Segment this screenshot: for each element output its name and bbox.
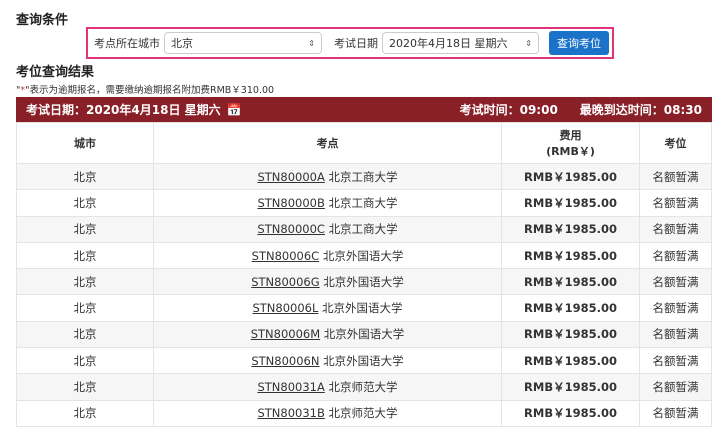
seat-status-cell: 名额暂满 (639, 320, 712, 349)
table-row: 北京 STN80006M 北京外国语大学 RMB￥1985.00 名额暂满 (16, 320, 712, 349)
exam-info-bar: 考试日期：2020年4月18日 星期六 📅 考试时间：09:00 最晚到达时间：… (16, 97, 712, 122)
query-heading: 查询条件 (16, 13, 69, 28)
fee-cell: RMB￥1985.00 (501, 294, 640, 322)
seat-status-cell: 名额暂满 (639, 241, 712, 270)
city-cell: 北京 (16, 215, 154, 243)
date-select[interactable]: 2020年4月18日 星期六 ⇕ (382, 32, 539, 54)
date-label: 考试日期 (334, 37, 378, 50)
seat-status-cell: 名额暂满 (639, 347, 712, 375)
site-cell: STN80006L 北京外国语大学 (153, 294, 502, 322)
select-arrows-icon: ⇕ (308, 38, 315, 48)
table-row: 北京 STN80006N 北京外国语大学 RMB￥1985.00 名额暂满 (16, 347, 712, 375)
latest-arrival-time: 最晚到达时间：08:30 (579, 103, 702, 117)
query-form: 考点所在城市 北京 ⇕ 考试日期 2020年4月18日 星期六 ⇕ 查询考位 (86, 27, 614, 59)
site-code-link[interactable]: STN80031B (257, 406, 324, 420)
table-row: 北京 STN80006C 北京外国语大学 RMB￥1985.00 名额暂满 (16, 241, 712, 270)
table-row: 北京 STN80006G 北京外国语大学 RMB￥1985.00 名额暂满 (16, 268, 712, 296)
seat-status-cell: 名额暂满 (639, 215, 712, 243)
city-cell: 北京 (16, 241, 154, 270)
site-name: 北京工商大学 (328, 195, 398, 210)
fee-cell: RMB￥1985.00 (501, 189, 640, 217)
col-fee: 费用 (RMB￥) (501, 122, 640, 164)
results-table: 城市 考点 费用 (RMB￥) 考位 北京 STN80000A 北京工商大学 RM… (16, 122, 712, 427)
exam-time: 考试时间：09:00 (459, 103, 558, 117)
seat-status-cell: 名额暂满 (639, 268, 712, 296)
table-row: 北京 STN80031B 北京师范大学 RMB￥1985.00 名额暂满 (16, 399, 712, 427)
site-code-link[interactable]: STN80006L (252, 301, 318, 315)
col-city: 城市 (16, 122, 154, 164)
search-seats-button[interactable]: 查询考位 (549, 31, 609, 55)
city-label: 考点所在城市 (94, 37, 160, 50)
site-code-link[interactable]: STN80000A (257, 170, 324, 184)
table-row: 北京 STN80031A 北京师范大学 RMB￥1985.00 名额暂满 (16, 373, 712, 401)
site-name: 北京工商大学 (328, 169, 398, 184)
site-cell: STN80031B 北京师范大学 (153, 399, 502, 427)
seat-status-cell: 名额暂满 (639, 399, 712, 427)
site-code-link[interactable]: STN80000B (257, 196, 324, 210)
site-name: 北京师范大学 (328, 380, 398, 395)
fee-cell: RMB￥1985.00 (501, 373, 640, 401)
city-cell: 北京 (16, 294, 154, 322)
city-cell: 北京 (16, 268, 154, 296)
site-code-link[interactable]: STN80006C (252, 249, 320, 263)
fee-cell: RMB￥1985.00 (501, 399, 640, 427)
site-cell: STN80031A 北京师范大学 (153, 373, 502, 401)
site-code-link[interactable]: STN80031A (257, 380, 324, 394)
late-fee-note: "*"表示为逾期报名，需要缴纳逾期报名附加费RMB￥310.00 (16, 85, 275, 96)
site-cell: STN80006M 北京外国语大学 (153, 320, 502, 349)
seat-status-cell: 名额暂满 (639, 162, 712, 191)
site-code-link[interactable]: STN80006M (251, 327, 320, 341)
col-site: 考点 (153, 122, 502, 164)
site-name: 北京外国语大学 (322, 301, 403, 316)
city-cell: 北京 (16, 162, 154, 191)
fee-cell: RMB￥1985.00 (501, 347, 640, 375)
city-cell: 北京 (16, 373, 154, 401)
seat-status-cell: 名额暂满 (639, 373, 712, 401)
fee-cell: RMB￥1985.00 (501, 241, 640, 270)
city-cell: 北京 (16, 189, 154, 217)
city-select[interactable]: 北京 ⇕ (164, 32, 322, 54)
city-cell: 北京 (16, 399, 154, 427)
fee-cell: RMB￥1985.00 (501, 215, 640, 243)
city-cell: 北京 (16, 320, 154, 349)
date-value: 2020年4月18日 星期六 (389, 37, 508, 50)
city-value: 北京 (171, 37, 193, 50)
table-row: 北京 STN80000C 北京工商大学 RMB￥1985.00 名额暂满 (16, 215, 712, 243)
exam-date: 考试日期：2020年4月18日 星期六 (26, 103, 221, 117)
seat-status-cell: 名额暂满 (639, 189, 712, 217)
site-cell: STN80006N 北京外国语大学 (153, 347, 502, 375)
seat-status-cell: 名额暂满 (639, 294, 712, 322)
fee-cell: RMB￥1985.00 (501, 268, 640, 296)
results-heading: 考位查询结果 (16, 65, 95, 80)
table-row: 北京 STN80000B 北京工商大学 RMB￥1985.00 名额暂满 (16, 189, 712, 217)
site-name: 北京工商大学 (328, 222, 398, 237)
site-cell: STN80000A 北京工商大学 (153, 162, 502, 191)
city-cell: 北京 (16, 347, 154, 375)
site-cell: STN80000C 北京工商大学 (153, 215, 502, 243)
calendar-icon: 📅 (226, 102, 242, 117)
fee-cell: RMB￥1985.00 (501, 162, 640, 191)
site-code-link[interactable]: STN80006G (251, 275, 319, 289)
select-arrows-icon: ⇕ (525, 38, 532, 48)
site-cell: STN80006G 北京外国语大学 (153, 268, 502, 296)
site-name: 北京外国语大学 (323, 353, 404, 368)
site-code-link[interactable]: STN80006N (251, 354, 319, 368)
site-cell: STN80006C 北京外国语大学 (153, 241, 502, 270)
col-seat: 考位 (639, 122, 712, 164)
site-code-link[interactable]: STN80000C (257, 222, 325, 236)
table-row: 北京 STN80000A 北京工商大学 RMB￥1985.00 名额暂满 (16, 162, 712, 191)
site-name: 北京师范大学 (328, 406, 398, 421)
site-name: 北京外国语大学 (323, 274, 404, 289)
site-name: 北京外国语大学 (323, 327, 405, 342)
fee-cell: RMB￥1985.00 (501, 320, 640, 349)
site-name: 北京外国语大学 (322, 248, 404, 263)
site-cell: STN80000B 北京工商大学 (153, 189, 502, 217)
table-row: 北京 STN80006L 北京外国语大学 RMB￥1985.00 名额暂满 (16, 294, 712, 322)
